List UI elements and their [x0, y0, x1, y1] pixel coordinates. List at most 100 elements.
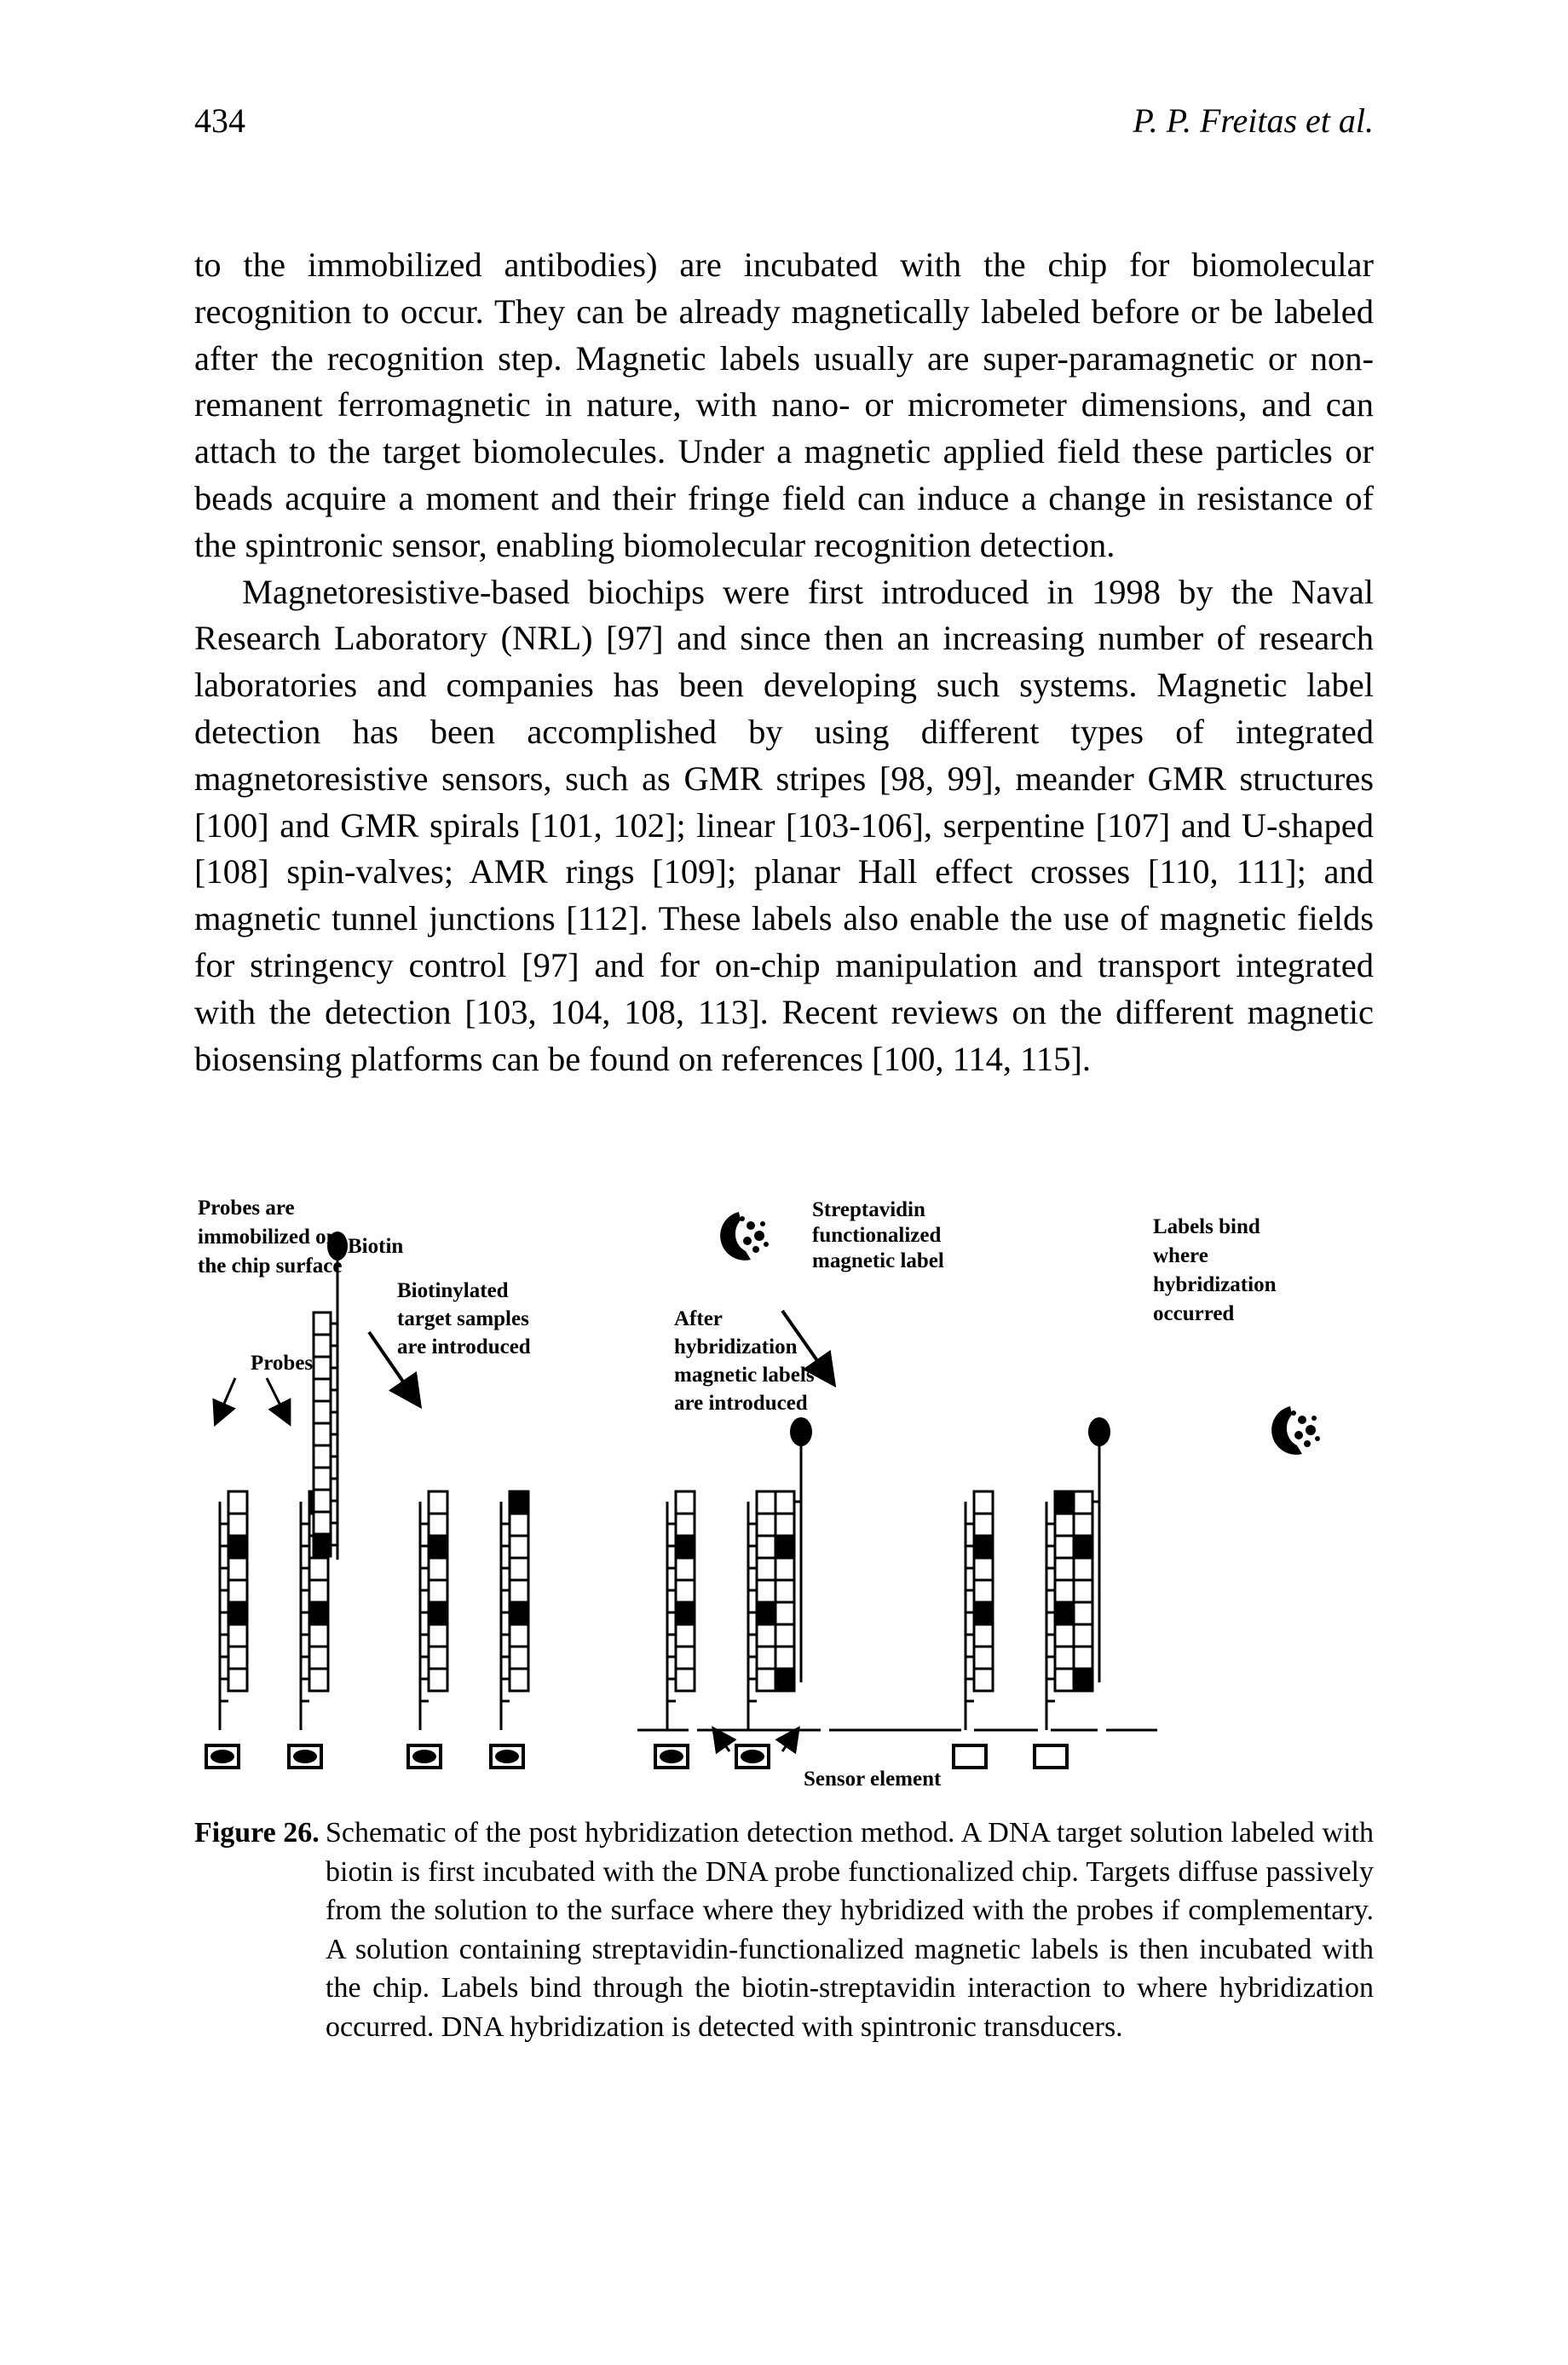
sensor-elements — [205, 1744, 1069, 1769]
base-cell — [972, 1556, 994, 1582]
target-cell — [312, 1488, 332, 1514]
label-biotin: Biotin — [348, 1235, 403, 1258]
base-cell — [508, 1556, 530, 1582]
base-cell — [755, 1490, 777, 1515]
label-line: target samples — [397, 1307, 529, 1330]
base-cell — [427, 1490, 449, 1515]
body-text: to the immobilized antibodies) are incub… — [194, 242, 1374, 1082]
target-cell — [1072, 1490, 1094, 1515]
figure-caption: Figure 26. Schematic of the post hybridi… — [194, 1814, 1374, 2046]
target-cell — [774, 1667, 796, 1693]
base-cell — [227, 1667, 249, 1693]
base-cell — [508, 1623, 530, 1648]
sensor-box — [1033, 1744, 1069, 1769]
paragraph-2: Magnetoresistive-based biochips were fir… — [194, 572, 1374, 1078]
target-cell — [312, 1399, 332, 1425]
sensor-element — [489, 1744, 525, 1769]
label-streptavidin: Streptavidin functionalized magnetic lab… — [812, 1198, 944, 1272]
target-cell — [312, 1311, 332, 1336]
base-cell — [972, 1578, 994, 1604]
label-line: Streptavidin — [812, 1198, 925, 1221]
base-cell — [508, 1490, 530, 1515]
target-cell — [774, 1623, 796, 1648]
arrow-icon — [265, 1377, 291, 1427]
target-cell — [774, 1645, 796, 1670]
caption-title: Figure 26. — [194, 1817, 320, 1849]
arrow-icon — [775, 1726, 800, 1755]
base-cell — [755, 1601, 777, 1626]
label-line: the chip surface — [198, 1255, 342, 1278]
base-cell — [227, 1512, 249, 1537]
base-cell — [308, 1623, 330, 1648]
base-cell — [308, 1601, 330, 1626]
magnetic-label-icon — [718, 1210, 770, 1261]
sensor-element — [1033, 1744, 1069, 1769]
target-cell — [1072, 1534, 1094, 1560]
probe-strand — [964, 1490, 994, 1730]
probe-strand — [499, 1490, 530, 1730]
base-cell — [508, 1645, 530, 1670]
sensor-element — [735, 1744, 770, 1769]
label-probes: Probes — [251, 1352, 313, 1375]
target-cell — [312, 1466, 332, 1491]
base-cell — [674, 1512, 696, 1537]
base-cell — [308, 1667, 330, 1693]
base-cell — [755, 1667, 777, 1693]
label-probes-immobilized: Probes are immobilized on the chip surfa… — [198, 1197, 342, 1278]
biotin-icon — [327, 1232, 348, 1260]
base-cell — [427, 1601, 449, 1626]
sensor-element — [406, 1744, 442, 1769]
base-cell — [1053, 1623, 1075, 1648]
biotin-icon — [1088, 1417, 1110, 1446]
base-cell — [1053, 1578, 1075, 1604]
streptavidin-dot — [754, 1231, 764, 1241]
figure-26-schematic: Probes are immobilized on the chip surfa… — [194, 1189, 1374, 1785]
base-cell — [1053, 1490, 1075, 1515]
streptavidin-dot — [1298, 1416, 1306, 1424]
base-cell — [427, 1623, 449, 1648]
streptavidin-dot — [743, 1237, 752, 1245]
label-line: occurred — [1153, 1302, 1234, 1325]
streptavidin-dot — [1315, 1436, 1320, 1441]
base-cell — [674, 1556, 696, 1582]
label-biotinylated-targets: Biotinylated target samples are introduc… — [397, 1279, 531, 1358]
target-cell — [312, 1532, 332, 1558]
label-line: Labels bind — [1153, 1215, 1260, 1238]
target-cell — [312, 1333, 332, 1358]
target-cell — [774, 1534, 796, 1560]
target-cell — [774, 1601, 796, 1626]
magnetic-labels — [718, 1210, 1321, 1456]
page-number: 434 — [194, 101, 245, 140]
streptavidin-dot — [764, 1242, 769, 1247]
hybridization-diagram: Probes are immobilized on the chip surfa… — [198, 1197, 1321, 1785]
streptavidin-dot — [740, 1216, 745, 1221]
target-cell — [1072, 1512, 1094, 1537]
base-cell — [674, 1534, 696, 1560]
target-cell — [774, 1490, 796, 1515]
sensor-box — [952, 1744, 988, 1769]
label-line: are introduced — [674, 1392, 808, 1415]
base-cell — [755, 1645, 777, 1670]
label-labels-bind: Labels bind where hybridization occurred — [1153, 1215, 1277, 1325]
base-cell — [508, 1534, 530, 1560]
probe-strand — [418, 1490, 449, 1730]
sensor-element — [654, 1744, 689, 1769]
caption-text: Schematic of the post hybridization dete… — [326, 1817, 1374, 2043]
label-line: magnetic label — [812, 1249, 944, 1272]
base-cell — [427, 1667, 449, 1693]
base-cell — [674, 1578, 696, 1604]
base-cell — [674, 1601, 696, 1626]
base-cell — [308, 1645, 330, 1670]
label-line: immobilized on — [198, 1226, 338, 1249]
target-cell — [312, 1422, 332, 1447]
base-cell — [755, 1534, 777, 1560]
base-cell — [674, 1490, 696, 1515]
target-cell — [1072, 1578, 1094, 1604]
label-line: hybridization — [1153, 1273, 1277, 1296]
arrow-icon — [712, 1726, 737, 1755]
base-cell — [674, 1623, 696, 1648]
biotin-icon — [790, 1417, 812, 1446]
target-cell — [1072, 1645, 1094, 1670]
base-cell — [674, 1645, 696, 1670]
sensor-fill — [660, 1750, 683, 1763]
